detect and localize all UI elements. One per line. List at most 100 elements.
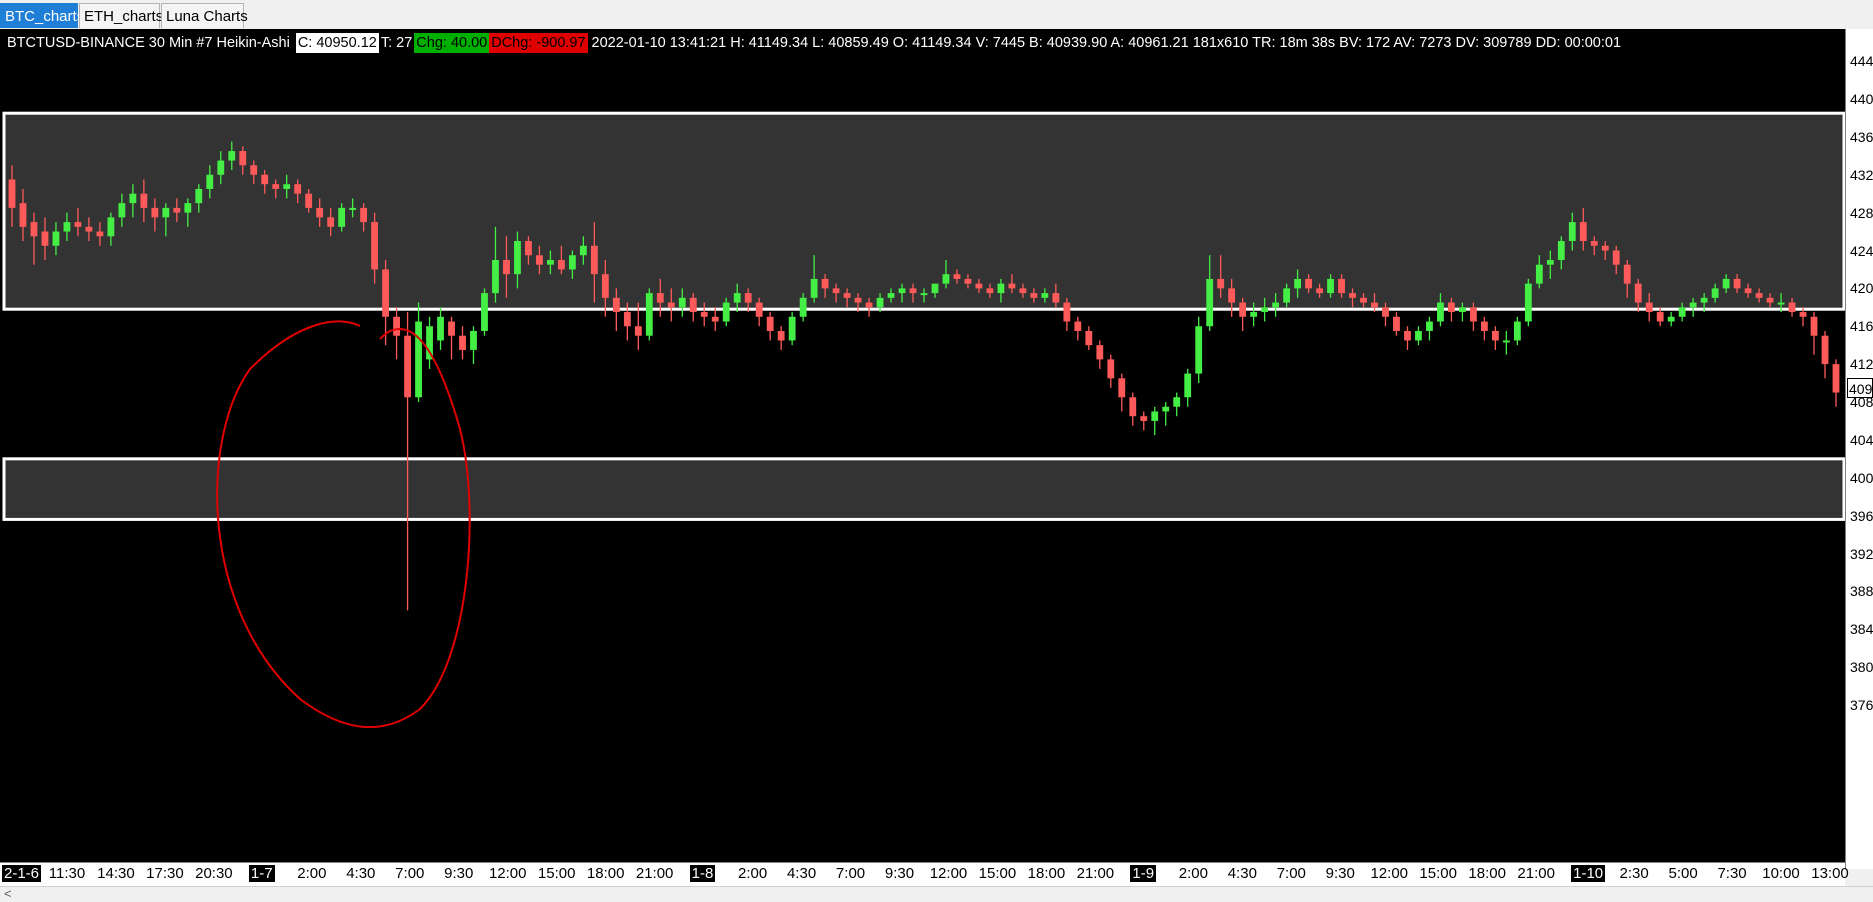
candle-body <box>371 222 379 270</box>
candle-body <box>514 241 521 275</box>
tab-eth-charts[interactable]: ETH_charts <box>79 3 163 28</box>
candle-body <box>19 203 27 227</box>
candle-body <box>1261 307 1269 313</box>
candle-body <box>1349 293 1356 298</box>
candle-body <box>1041 293 1049 298</box>
candle <box>1480 316 1488 341</box>
candle-body <box>1733 278 1741 289</box>
time-tick: 2:00 <box>297 865 327 882</box>
candle-body <box>1250 312 1258 317</box>
candle-body <box>459 335 466 350</box>
candle-body <box>1546 259 1554 265</box>
candle <box>1502 330 1510 355</box>
candle-body <box>1601 245 1609 251</box>
price-tick: 420 <box>1850 280 1873 297</box>
candle-body <box>1513 321 1521 341</box>
candle-body <box>1217 278 1225 289</box>
candle-body <box>854 297 862 303</box>
candle-body <box>832 288 840 294</box>
candle-body <box>1415 330 1422 341</box>
price-tick: 396 <box>1850 507 1873 524</box>
time-tick: 15:00 <box>537 865 576 882</box>
candle-body <box>316 207 324 218</box>
candle <box>1513 316 1521 346</box>
time-tick: 21:00 <box>1076 865 1115 882</box>
candle-body <box>733 293 741 303</box>
price-axis[interactable]: 444 440 436 432 428 424 420 416 412 408 404 400 396 3… <box>1845 29 1873 869</box>
time-tick: 18:00 <box>586 865 625 882</box>
candle-body <box>393 316 400 336</box>
candle-body <box>1656 312 1664 322</box>
time-tick: 15:00 <box>1419 865 1457 882</box>
candle-body <box>1766 297 1774 303</box>
candle-body <box>415 321 422 398</box>
time-tick: 10:00 <box>1762 865 1800 882</box>
candle-body <box>1722 278 1730 289</box>
price-zone-1 <box>2 111 1845 311</box>
time-axis[interactable]: 2-1-6 11:30 14:30 17:30 20:30 1-7 2:00 4:30 7:00… <box>0 862 1849 886</box>
candle-body <box>1480 321 1488 331</box>
horizontal-scrollbar[interactable]: < <box>0 886 1873 902</box>
candle-body <box>129 193 137 204</box>
annotation-circle <box>216 320 471 729</box>
day-change-value: DChg: -900.97 <box>489 33 588 53</box>
symbol-label: BTCTUSD-BINANCE 30 Min #7 Heikin-Ashi <box>7 35 290 51</box>
time-tick: 12:00 <box>488 865 527 882</box>
candle-body <box>1678 307 1686 317</box>
candle-body <box>206 174 214 189</box>
candle <box>1239 297 1247 331</box>
candle-body <box>1085 330 1093 346</box>
candle <box>470 326 477 365</box>
candle-body <box>744 293 752 303</box>
candle <box>1667 312 1675 327</box>
candle-body <box>1469 307 1477 322</box>
candle-body <box>667 302 675 308</box>
candle <box>1074 316 1082 341</box>
candle <box>1107 354 1115 388</box>
candle-body <box>1832 364 1840 393</box>
candle-body <box>272 184 280 189</box>
candle-body <box>590 245 598 275</box>
price-tick: 432 <box>1850 166 1873 183</box>
time-tick: 21:00 <box>635 865 674 882</box>
price-tick: 404 <box>1850 431 1873 448</box>
candle-body <box>63 222 71 232</box>
time-tick: 11:30 <box>48 865 86 882</box>
candle-body <box>305 193 313 208</box>
candle-body <box>1568 222 1576 242</box>
candle-body <box>942 274 950 284</box>
price-tick: 380 <box>1850 659 1873 676</box>
price-tick: 392 <box>1850 545 1873 562</box>
candle-body <box>1074 321 1082 331</box>
candle-body <box>1283 288 1291 303</box>
close-value: C: 40950.12 <box>295 33 379 53</box>
candle-body <box>1030 293 1038 298</box>
candle-body <box>579 245 587 256</box>
candle <box>1415 326 1422 346</box>
time-tick: 18:00 <box>1027 865 1066 882</box>
candle-body <box>96 231 104 237</box>
tab-btc-charts[interactable]: BTC_charts <box>0 3 84 28</box>
price-tick: 384 <box>1850 621 1873 638</box>
scroll-left-arrow-icon[interactable]: < <box>4 886 12 901</box>
time-tick: 12:00 <box>929 865 968 882</box>
candle-body <box>481 293 488 331</box>
candle <box>393 307 400 360</box>
candle-body <box>1579 222 1587 242</box>
candlestick-chart[interactable] <box>0 29 1845 862</box>
candle-body <box>195 188 203 204</box>
candle-body <box>1491 330 1499 341</box>
candle-body <box>1557 241 1565 260</box>
candle-body <box>448 321 455 336</box>
time-tick: 14:30 <box>97 865 135 882</box>
candle-body <box>931 283 939 294</box>
tab-luna-charts[interactable]: Luna Charts <box>161 3 248 28</box>
candle-body <box>327 217 335 227</box>
candle-body <box>1711 288 1719 298</box>
candle-body <box>1173 397 1181 407</box>
time-tick: 7:30 <box>1717 865 1747 882</box>
candle-body <box>1393 316 1400 331</box>
candle <box>1085 326 1093 350</box>
candle-body <box>503 259 510 275</box>
candle-body <box>349 207 357 210</box>
